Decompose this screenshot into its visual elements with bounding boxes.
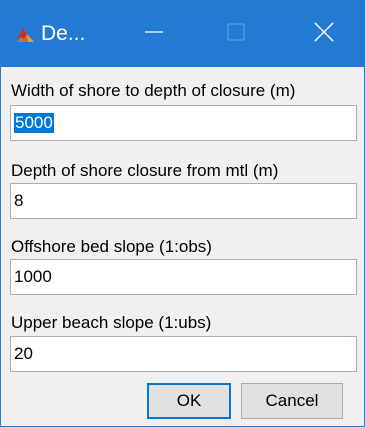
beach-slope-label: Upper beach slope (1:ubs) bbox=[11, 313, 212, 332]
matlab-icon bbox=[15, 25, 35, 45]
close-button[interactable] bbox=[297, 1, 351, 67]
title-bar[interactable]: De... bbox=[1, 1, 364, 67]
depth-label: Depth of shore closure from mtl (m) bbox=[11, 161, 279, 180]
window-title: De... bbox=[41, 22, 86, 45]
offshore-slope-input[interactable]: 1000 bbox=[10, 259, 357, 295]
width-value: 5000 bbox=[14, 113, 54, 133]
maximize-icon bbox=[227, 22, 245, 46]
offshore-slope-value: 1000 bbox=[14, 267, 52, 286]
beach-slope-input[interactable]: 20 bbox=[10, 336, 357, 372]
beach-slope-value: 20 bbox=[14, 344, 33, 363]
offshore-slope-label: Offshore bed slope (1:obs) bbox=[11, 237, 212, 256]
depth-value: 8 bbox=[14, 191, 24, 210]
minimize-icon bbox=[145, 23, 163, 46]
dialog-window: De... Width of shore to depth of closure… bbox=[0, 0, 365, 427]
minimize-button[interactable] bbox=[127, 1, 181, 67]
close-icon bbox=[314, 22, 334, 47]
width-input[interactable]: 5000 bbox=[10, 105, 357, 141]
depth-input[interactable]: 8 bbox=[10, 183, 357, 219]
maximize-button bbox=[209, 1, 263, 67]
width-label: Width of shore to depth of closure (m) bbox=[11, 81, 296, 100]
ok-button[interactable]: OK bbox=[147, 383, 231, 419]
cancel-button[interactable]: Cancel bbox=[241, 383, 343, 419]
